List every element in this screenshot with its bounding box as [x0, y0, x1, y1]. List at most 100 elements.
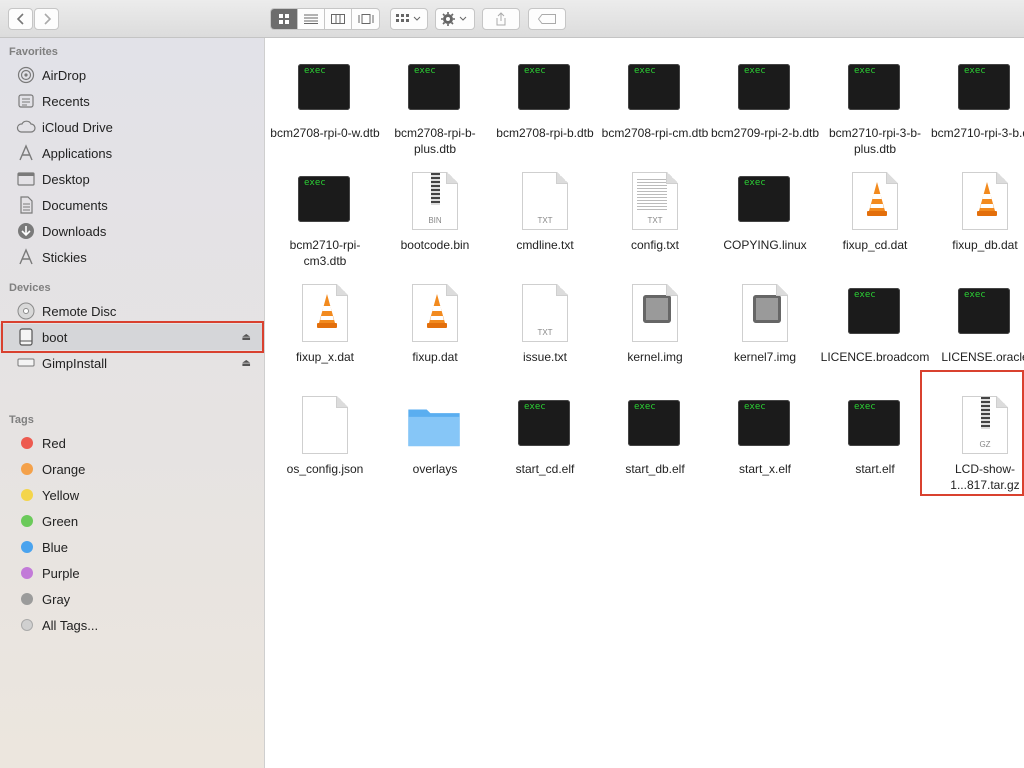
tag-label: Blue	[42, 539, 69, 555]
tag-blue[interactable]: Blue	[0, 534, 265, 560]
file-item[interactable]: exec start_db.elf	[600, 382, 704, 488]
exec-badge: exec	[854, 290, 876, 300]
tag-gray[interactable]: Gray	[0, 586, 265, 612]
file-ext-label: TXT	[537, 216, 553, 225]
list-view-icon	[304, 14, 318, 24]
file-item[interactable]: exec bcm2709-rpi-2-b.dtb	[710, 46, 819, 152]
column-view-button[interactable]	[325, 9, 352, 29]
disc-icon	[16, 301, 36, 321]
file-grid: exec bcm2708-rpi-0-w.dtb exec bcm2708-rpi-b…	[266, 38, 1024, 768]
sidebar-item-stickies[interactable]: Stickies	[0, 244, 265, 270]
tag-purple[interactable]: Purple	[0, 560, 265, 586]
tag-label: Green	[42, 513, 79, 529]
file-item[interactable]: exec start.elf	[820, 382, 924, 488]
file-item[interactable]: exec bcm2710-rpi-3-b.dtb	[930, 46, 1024, 152]
tag-green[interactable]: Green	[0, 508, 265, 534]
sidebar-item-documents[interactable]: Documents	[0, 192, 265, 218]
exec-file-icon: exec	[626, 60, 682, 114]
tag-dot-icon	[21, 541, 33, 553]
file-name: bcm2708-rpi-b-plus.dtb	[394, 126, 476, 156]
file-item[interactable]: exec start_cd.elf	[490, 382, 594, 488]
file-item[interactable]: exec bcm2710-rpi-3-b-plus.dtb	[820, 46, 924, 156]
group-by-button[interactable]	[390, 8, 428, 30]
file-item[interactable]: exec COPYING.linux	[710, 158, 814, 264]
view-mode-control	[270, 8, 380, 30]
file-item[interactable]: TXT config.txt	[600, 158, 704, 264]
tag-orange[interactable]: Orange	[0, 456, 265, 482]
file-item[interactable]: exec bcm2708-rpi-b.dtb	[490, 46, 594, 152]
sidebar-item-icloud-drive[interactable]: iCloud Drive	[0, 114, 265, 140]
file-item[interactable]: overlays	[380, 382, 484, 488]
file-item[interactable]: exec bcm2708-rpi-cm.dtb	[600, 46, 708, 152]
sidebar-item-recents[interactable]: Recents	[0, 88, 265, 114]
gallery-view-button[interactable]	[352, 9, 379, 29]
file-item[interactable]: TXT cmdline.txt	[490, 158, 594, 264]
file-name: overlays	[412, 462, 458, 476]
file-name: bcm2708-rpi-b.dtb	[496, 126, 594, 140]
disk-image-icon	[736, 284, 792, 342]
downloads-icon	[16, 221, 36, 241]
sidebar-item-label: AirDrop	[42, 67, 87, 83]
file-name: COPYING.linux	[723, 238, 807, 252]
file-item[interactable]: fixup_cd.dat	[820, 158, 924, 264]
file-name: start_cd.elf	[515, 462, 575, 476]
tag-dot-icon	[21, 489, 33, 501]
sidebar: Favorites AirDrop Recents iCloud Drive A…	[0, 38, 265, 768]
tag-red[interactable]: Red	[0, 430, 265, 456]
chevron-right-icon	[43, 13, 51, 25]
exec-file-icon: exec	[516, 396, 572, 450]
action-button[interactable]	[435, 8, 475, 30]
sidebar-item-label: iCloud Drive	[42, 119, 113, 135]
list-view-button[interactable]	[298, 9, 325, 29]
file-item[interactable]: fixup.dat	[380, 270, 484, 376]
file-item[interactable]: exec start_x.elf	[710, 382, 814, 488]
icon-view-button[interactable]	[271, 9, 298, 29]
file-name: cmdline.txt	[516, 238, 574, 252]
file-name: fixup_x.dat	[295, 350, 355, 364]
file-item[interactable]: exec bcm2710-rpi-cm3.dtb	[270, 158, 374, 268]
sidebar-item-applications[interactable]: Applications	[0, 140, 265, 166]
tag-yellow[interactable]: Yellow	[0, 482, 265, 508]
file-item[interactable]: TXT issue.txt	[490, 270, 594, 376]
drive-icon	[16, 353, 36, 373]
file-name: fixup_cd.dat	[842, 238, 908, 252]
file-name: os_config.json	[286, 462, 364, 476]
exec-file-icon: exec	[956, 60, 1012, 114]
exec-file-icon: exec	[626, 396, 682, 450]
file-item[interactable]: BIN bootcode.bin	[380, 158, 484, 264]
file-item[interactable]: fixup_x.dat	[270, 270, 374, 376]
file-item[interactable]: os_config.json	[270, 382, 374, 488]
eject-icon[interactable]: ⏏	[242, 358, 251, 369]
sidebar-item-airdrop[interactable]: AirDrop	[0, 62, 265, 88]
file-item[interactable]: exec LICENCE.broadcom	[820, 270, 929, 376]
exec-badge: exec	[744, 402, 766, 412]
group-icon	[396, 14, 421, 22]
file-item[interactable]: fixup_db.dat	[930, 158, 1024, 264]
sidebar-item-downloads[interactable]: Downloads	[0, 218, 265, 244]
sidebar-item-label: GimpInstall	[42, 355, 108, 371]
tag-all-tags[interactable]: All Tags...	[0, 612, 265, 638]
share-icon	[496, 12, 506, 26]
document-file-icon: TXT	[516, 284, 572, 342]
finder-toolbar	[0, 0, 1024, 38]
file-item[interactable]: kernel.img	[600, 270, 704, 376]
sidebar-item-desktop[interactable]: Desktop	[0, 166, 265, 192]
vlc-cone-icon	[846, 172, 902, 230]
exec-badge: exec	[524, 402, 546, 412]
share-button[interactable]	[482, 8, 520, 30]
back-button[interactable]	[8, 8, 33, 30]
file-item[interactable]: exec bcm2708-rpi-b-plus.dtb	[380, 46, 484, 156]
exec-file-icon: exec	[516, 60, 572, 114]
file-item[interactable]: exec bcm2708-rpi-0-w.dtb	[270, 46, 380, 152]
sidebar-item-gimpinstall[interactable]: GimpInstall ⏏	[0, 350, 265, 376]
forward-button[interactable]	[34, 8, 59, 30]
file-name: LICENSE.oracle	[941, 350, 1024, 364]
tag-dot-icon	[21, 515, 33, 527]
text-file-icon: TXT	[626, 172, 682, 230]
file-item[interactable]: exec LICENSE.oracle	[930, 270, 1024, 376]
exec-file-icon: exec	[736, 172, 792, 226]
tags-button[interactable]	[528, 8, 566, 30]
favorites-header: Favorites	[9, 46, 58, 58]
file-item[interactable]: kernel7.img	[710, 270, 814, 376]
exec-badge: exec	[634, 66, 656, 76]
